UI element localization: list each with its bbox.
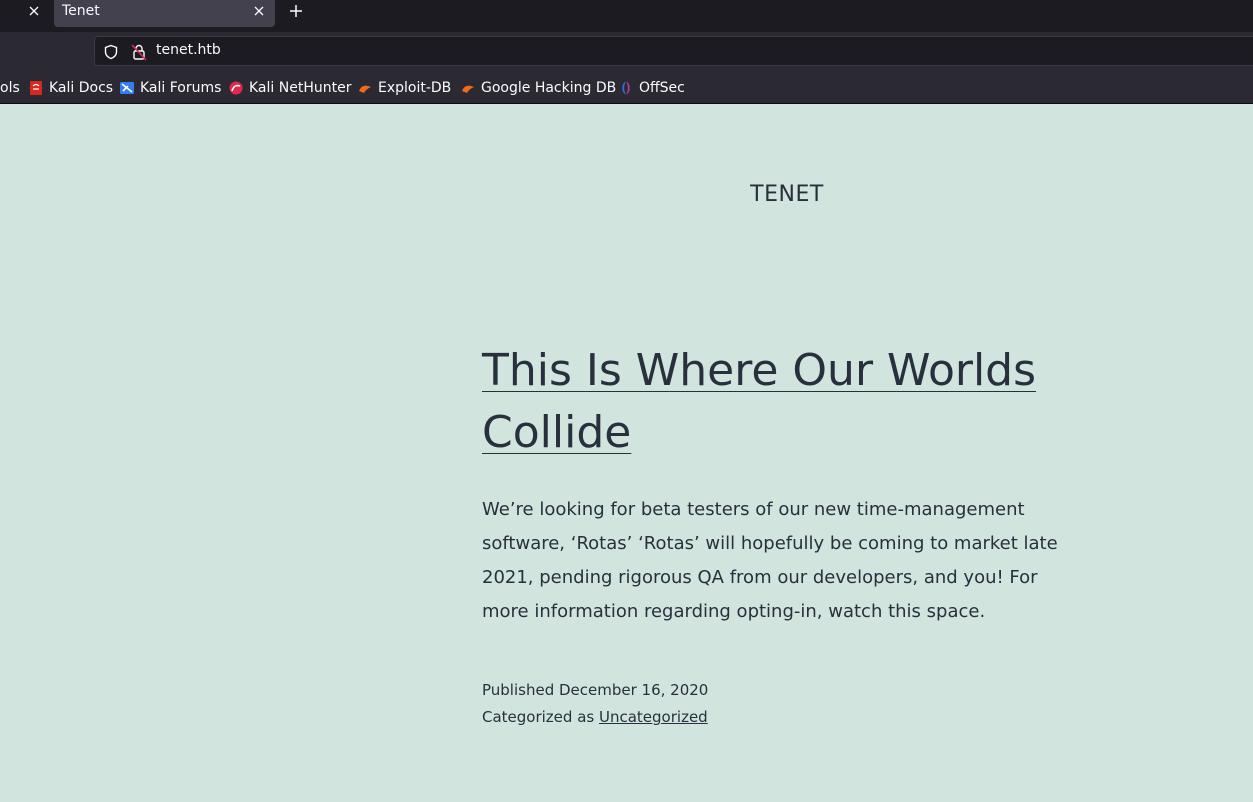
tab-strip: Tenet [0, 0, 1253, 32]
close-tab-icon[interactable] [252, 4, 266, 18]
category-link[interactable]: Uncategorized [599, 708, 708, 726]
bookmark-exploit-db[interactable]: Exploit-DB [358, 79, 451, 97]
google-hacking-db-icon [461, 81, 475, 95]
bookmark-label: Google Hacking DB [481, 80, 617, 96]
bookmark-label: Kali Docs [49, 80, 114, 96]
bookmark-tools[interactable]: ols [0, 79, 20, 97]
kali-nethunter-icon [229, 81, 243, 95]
published-date: December 16, 2020 [559, 681, 709, 699]
post-title: This Is Where Our Worlds Collide [482, 340, 1102, 464]
categorized-label: Categorized as [482, 708, 595, 726]
url-text: tenet.htb [156, 42, 221, 58]
tab-previous[interactable] [0, 0, 50, 27]
address-bar[interactable]: tenet.htb [94, 36, 1253, 66]
kali-forums-icon [120, 81, 134, 95]
site-title[interactable]: TENET [0, 182, 1253, 207]
post-excerpt: We’re looking for beta testers of our ne… [482, 499, 1058, 622]
bookmark-label: Exploit-DB [378, 80, 452, 96]
bookmark-label: ols [0, 80, 20, 96]
bookmark-kali-nethunter[interactable]: Kali NetHunter [229, 79, 351, 97]
bookmark-label: OffSec [639, 80, 685, 96]
bookmark-offsec[interactable]: OffSec [619, 79, 685, 97]
offsec-icon [619, 81, 633, 95]
post-title-link[interactable]: This Is Where Our Worlds Collide [482, 345, 1036, 458]
kali-docs-icon [29, 81, 43, 95]
published-label: Published [482, 681, 555, 699]
bookmark-kali-docs[interactable]: Kali Docs [29, 79, 113, 97]
navigation-toolbar: tenet.htb [0, 32, 1253, 70]
tracking-shield-icon[interactable] [103, 44, 119, 64]
insecure-lock-icon[interactable] [131, 43, 147, 65]
bookmark-label: Kali Forums [140, 80, 222, 96]
post-published-meta: Published December 16, 2020 [482, 681, 708, 699]
exploit-db-icon [358, 81, 372, 95]
bookmark-google-hacking-db[interactable]: Google Hacking DB [461, 79, 616, 97]
bookmark-label: Kali NetHunter [249, 80, 352, 96]
tab-title: Tenet [62, 3, 100, 19]
new-tab-plus-icon[interactable] [288, 3, 304, 19]
bookmarks-toolbar: ols Kali Docs Kali Forums Kali NetHunter… [0, 70, 1253, 104]
bookmark-kali-forums[interactable]: Kali Forums [120, 79, 221, 97]
post-category-meta: Categorized as Uncategorized [482, 708, 708, 726]
tab-tenet[interactable]: Tenet [54, 0, 275, 27]
close-tab-icon[interactable] [27, 4, 41, 18]
